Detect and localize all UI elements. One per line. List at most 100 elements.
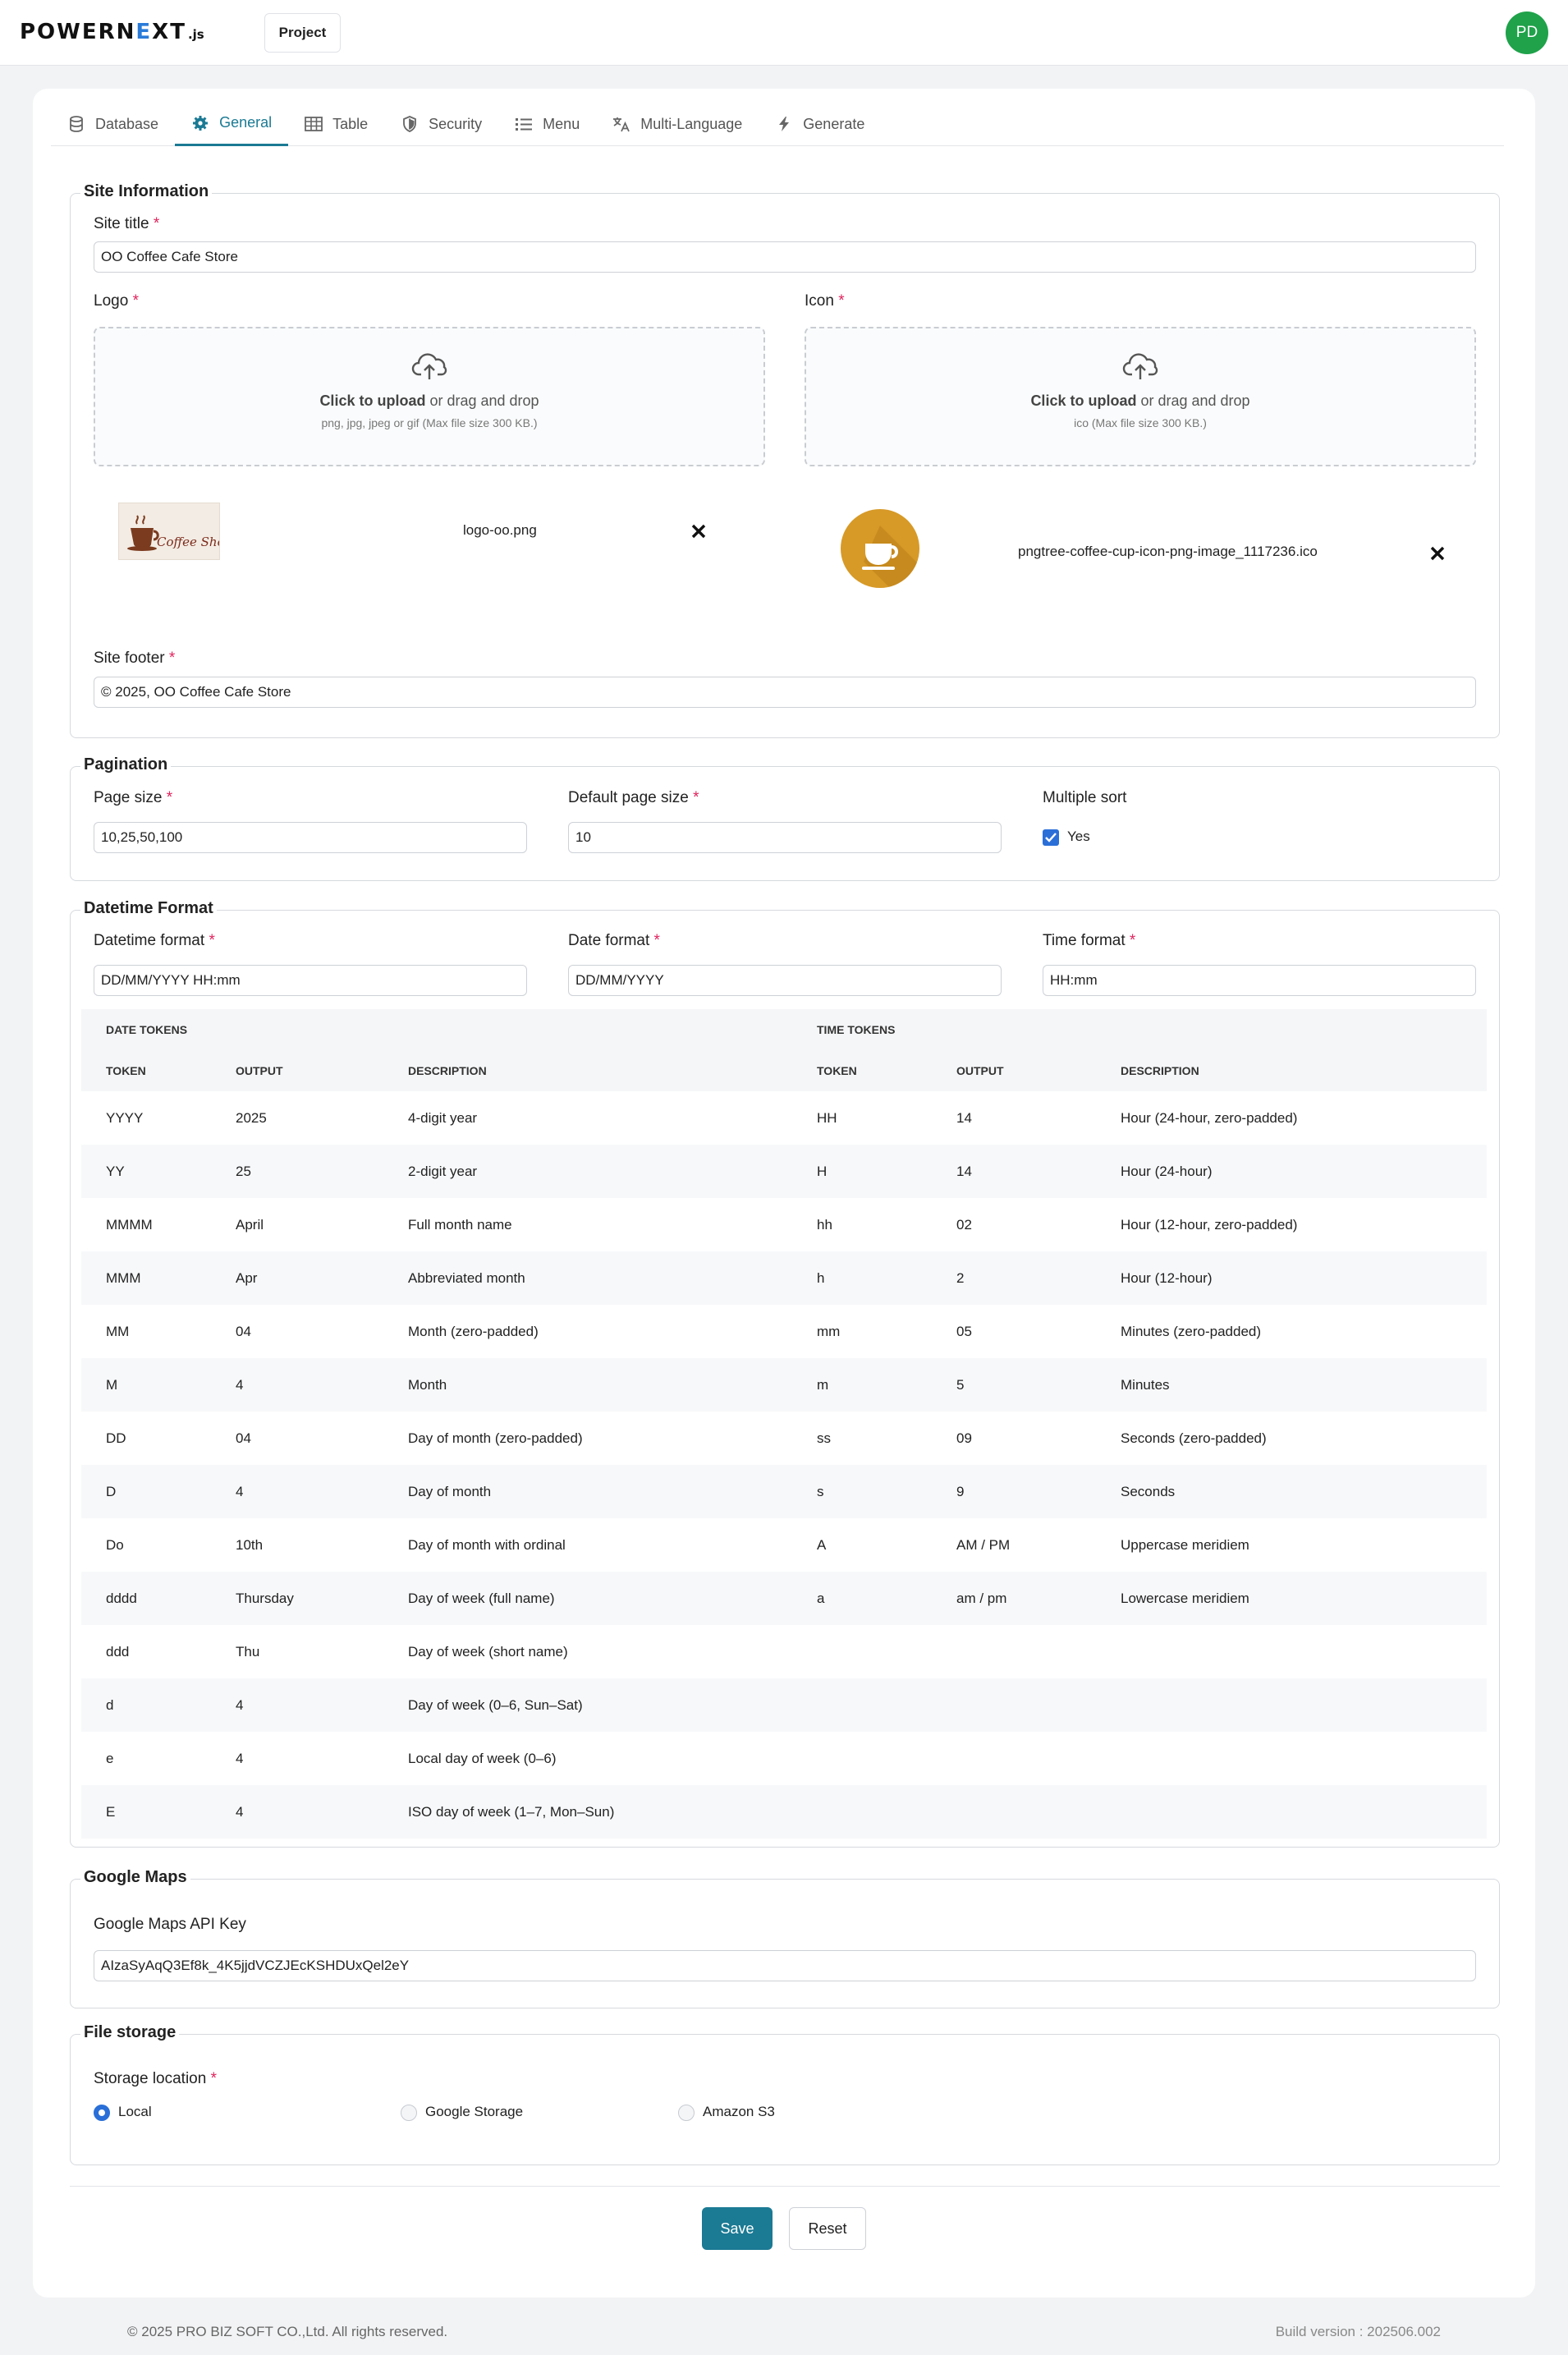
time-token-output: AM / PM <box>956 1536 1011 1553</box>
storage-google-label: Google Storage <box>425 2104 524 2119</box>
tab-menu[interactable]: Menu <box>498 102 596 146</box>
date-token-description: ISO day of week (1–7, Mon–Sun) <box>408 1785 817 1839</box>
user-avatar[interactable]: PD <box>1506 11 1548 54</box>
site-title-label: Site title * <box>94 215 159 233</box>
date-token: DD <box>106 1430 126 1446</box>
google-maps-section: Google Maps Google Maps API Key AIzaSyAq… <box>70 1868 1500 2008</box>
token-row: MMM Apr Abbreviated month h 2 Hour (12-hour) <box>81 1251 1488 1305</box>
token-column-header: TOKEN OUTPUT DESCRIPTION TOKEN OUTPUT DE… <box>81 1050 1488 1091</box>
section-legend: Google Maps <box>80 1868 190 1887</box>
date-token-description: Month (zero-padded) <box>408 1323 539 1339</box>
translate-icon <box>612 115 630 133</box>
token-row: YYYY 2025 4-digit year HH 14 Hour (24-hour, z… <box>81 1091 1487 1145</box>
tab-label: Database <box>95 115 159 132</box>
brand-logo[interactable]: POWERN E XT .js <box>20 20 204 46</box>
time-token: A <box>817 1536 827 1553</box>
col-description: DESCRIPTION <box>408 1050 817 1091</box>
tab-label: Generate <box>803 115 865 132</box>
empty-cell <box>1121 1678 1488 1732</box>
default-page-size-input[interactable]: 10 <box>568 822 1002 853</box>
time-token-description: Hour (24-hour) <box>1121 1145 1488 1198</box>
coffee-cup-icon <box>862 526 919 588</box>
close-icon <box>1430 546 1445 561</box>
token-row: E 4 ISO day of week (1–7, Mon–Sun) <box>81 1785 1488 1839</box>
remove-icon-button[interactable] <box>1427 543 1448 564</box>
label-text: Icon <box>805 292 834 310</box>
token-row: M 4 Month m 5 Minutes <box>81 1358 1488 1412</box>
date-token-output: 2025 <box>236 1109 267 1126</box>
date-token-description: Day of month (zero-padded) <box>408 1430 583 1446</box>
multiple-sort-checkbox[interactable] <box>1043 829 1059 846</box>
date-format-input[interactable]: DD/MM/YYYY <box>568 965 1002 996</box>
date-token-description: Local day of week (0–6) <box>408 1750 557 1766</box>
token-row: MMMM April Full month name hh 02 Hour (12-hou… <box>81 1198 1487 1251</box>
date-token-description: Abbreviated month <box>408 1251 817 1305</box>
time-token: mm <box>817 1323 841 1339</box>
date-tokens-title: DATE TOKENS <box>81 1009 817 1050</box>
remove-logo-button[interactable] <box>688 521 709 542</box>
logo-dropzone[interactable]: Click to upload or drag and drop png, jp… <box>94 327 765 466</box>
site-footer-input[interactable]: © 2025, OO Coffee Cafe Store <box>94 677 1476 708</box>
empty-cell <box>956 1625 1121 1678</box>
icon-filename: pngtree-coffee-cup-icon-png-image_111723… <box>1018 544 1318 559</box>
brand-text-suffix: XT <box>152 20 186 44</box>
date-token: dddd <box>81 1572 236 1625</box>
tab-multi-language[interactable]: Multi-Language <box>596 102 759 146</box>
page-size-input[interactable]: 10,25,50,100 <box>94 822 527 853</box>
reset-button[interactable]: Reset <box>789 2207 866 2250</box>
tab-bar: Database General Table Security Menu Mul… <box>51 102 1504 146</box>
tab-security[interactable]: Security <box>384 102 498 146</box>
tab-label: Multi-Language <box>640 115 743 132</box>
label-text: Page size <box>94 789 163 806</box>
time-token-output: 14 <box>956 1109 972 1126</box>
date-token-output: April <box>236 1216 264 1233</box>
icon-thumbnail <box>841 509 919 588</box>
file-storage-section: File storage Storage location * Local Go… <box>70 2023 1500 2165</box>
upload-hint: png, jpg, jpeg or gif (Max file size 300… <box>321 416 538 429</box>
actions-divider <box>70 2186 1500 2187</box>
gear-icon <box>191 114 209 132</box>
section-legend: Pagination <box>80 755 172 774</box>
date-token-output: 4 <box>236 1785 408 1839</box>
save-button[interactable]: Save <box>702 2207 773 2250</box>
date-token-output: 4 <box>236 1678 408 1732</box>
storage-google-radio[interactable] <box>401 2105 417 2121</box>
storage-s3-radio[interactable] <box>678 2105 695 2121</box>
tab-generate[interactable]: Generate <box>759 102 881 146</box>
time-format-input[interactable]: HH:mm <box>1043 965 1476 996</box>
site-title-input[interactable]: OO Coffee Cafe Store <box>94 241 1476 273</box>
empty-cell <box>817 1678 956 1732</box>
icon-dropzone[interactable]: Click to upload or drag and drop ico (Ma… <box>805 327 1476 466</box>
date-token-output: Apr <box>236 1251 408 1305</box>
col-description: DESCRIPTION <box>1121 1050 1488 1091</box>
date-token-output: 25 <box>236 1145 408 1198</box>
required-mark: * <box>210 2070 218 2087</box>
shield-icon <box>401 115 419 133</box>
upload-instruction: Click to upload or drag and drop <box>95 392 763 410</box>
date-token: Do <box>106 1536 124 1553</box>
datetime-format-input[interactable]: DD/MM/YYYY HH:mm <box>94 965 527 996</box>
project-button[interactable]: Project <box>264 13 341 53</box>
tab-database[interactable]: Database <box>51 102 175 146</box>
api-key-input[interactable]: AIzaSyAqQ3Ef8k_4K5jjdVCZJEcKSHDUxQel2eY <box>94 1950 1476 1981</box>
tab-general[interactable]: General <box>175 102 289 146</box>
tab-label: Table <box>332 115 369 132</box>
date-token-description: Day of week (full name) <box>408 1572 817 1625</box>
time-token-description: Hour (24-hour, zero-padded) <box>1121 1109 1298 1126</box>
lightning-icon <box>775 115 793 133</box>
tab-table[interactable]: Table <box>288 102 384 146</box>
storage-local-radio[interactable] <box>94 2105 110 2121</box>
date-format-label: Date format * <box>568 932 660 950</box>
logo-thumbnail: Coffee Shop <box>118 503 220 560</box>
time-token-output: 02 <box>956 1216 972 1233</box>
time-token: s <box>817 1465 956 1518</box>
date-token-description: 2-digit year <box>408 1145 817 1198</box>
site-footer-label: Site footer * <box>94 650 175 668</box>
coffee-shop-logo-image <box>127 515 159 551</box>
drag-drop-text: or drag and drop <box>1136 392 1250 409</box>
page-size-label: Page size * <box>94 789 172 807</box>
logo-image-text: Coffee Shop <box>157 535 219 549</box>
section-legend: File storage <box>80 2023 180 2042</box>
required-mark: * <box>1129 932 1136 949</box>
time-token-description: Uppercase meridiem <box>1121 1536 1249 1553</box>
